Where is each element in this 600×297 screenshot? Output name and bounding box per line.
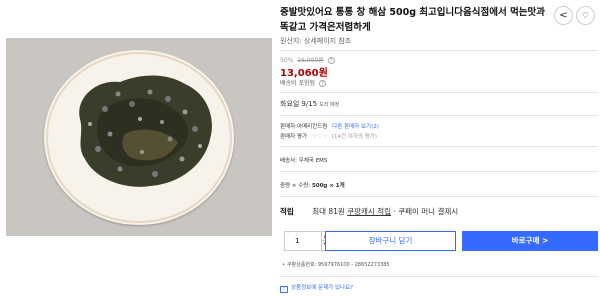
- divider: [280, 50, 598, 51]
- discount-percent: 50%: [280, 57, 294, 64]
- divider: [280, 92, 598, 93]
- seller-row: 판매자:아메리칸드림 다른 판매자 보기(2): [280, 122, 379, 130]
- option-label: 중량 × 수량:: [280, 183, 311, 189]
- original-price: 16,000원: [297, 57, 324, 64]
- seller-rating-label: 판매자 평가: [280, 134, 308, 140]
- share-button[interactable]: <: [554, 6, 573, 25]
- option-row: 중량 × 수량: 500g × 1개: [280, 181, 345, 189]
- arrival-day: 화요일: [280, 100, 300, 108]
- divider: [280, 115, 598, 116]
- option-value: 500g × 1개: [311, 183, 345, 189]
- seller-rating-row: 판매자 평가 ☆☆☆ (14건 이하의 평가): [280, 132, 377, 140]
- report-link[interactable]: ! 상품정보에 문제가 있나요?: [280, 283, 353, 293]
- coupang-cash-link[interactable]: 쿠팡캐시 적립: [347, 207, 391, 216]
- origin-text: 원산지: 상세페이지 참조: [280, 37, 352, 45]
- product-info-panel: 중발맛있어요 통통 창 해삼 500g 최고입니다음식점에서 먹는맛과 똑같고 …: [280, 0, 600, 297]
- cash-label: 적립: [280, 207, 294, 216]
- info-icon[interactable]: ?: [327, 57, 335, 64]
- seller-rating-count: (14건 이하의 평가): [331, 134, 378, 140]
- wish-button[interactable]: ♡: [576, 6, 595, 25]
- sale-price: 13,060원: [280, 68, 328, 79]
- arrival-suffix: 도착 예정: [319, 102, 340, 108]
- cash-suffix: · 쿠페이 머니 결제시: [393, 207, 459, 216]
- shipping-cost: 배송비 포함됨 ?: [280, 78, 326, 87]
- share-icon: <: [559, 10, 568, 21]
- bullet-icon: •: [282, 262, 285, 268]
- other-sellers-link[interactable]: 다른 판매자 보기(2): [332, 124, 379, 130]
- buy-now-button[interactable]: 바로구매 >: [462, 231, 598, 251]
- arrival-estimate: 화요일 9/15 도착 예정: [280, 99, 339, 109]
- original-price-row: 50% 16,000원 ?: [280, 55, 335, 64]
- add-to-cart-button[interactable]: 장바구니 담기: [325, 231, 456, 251]
- arrival-date: 9/15: [301, 100, 318, 108]
- cash-reward-row: 적립 최대 81원 쿠팡캐시 적립 · 쿠페이 머니 결제시: [280, 206, 458, 217]
- product-number-text: 쿠팡상품번호: 9597976100 - 28652273385: [286, 262, 390, 268]
- divider: [280, 146, 598, 147]
- product-title: 중발맛있어요 통통 창 해삼 500g 최고입니다음식점에서 먹는맛과 똑같고 …: [280, 7, 545, 33]
- report-text: 상품정보에 문제가 있나요?: [291, 285, 354, 291]
- cash-amount: 최대 81원: [312, 207, 345, 216]
- divider: [280, 276, 598, 277]
- info-icon[interactable]: ?: [318, 80, 326, 87]
- divider: [280, 171, 598, 172]
- report-icon: !: [280, 286, 288, 293]
- seller-name: 판매자:아메리칸드림: [280, 124, 328, 130]
- heart-icon: ♡: [581, 11, 590, 20]
- star-rating-icon: ☆☆☆: [311, 134, 329, 140]
- quantity-input[interactable]: 1: [284, 231, 322, 251]
- shipping-cost-text: 배송비 포함됨: [280, 80, 316, 87]
- delivery-carrier: 배송사: 우체국 EMS: [280, 158, 328, 164]
- divider: [280, 196, 598, 197]
- product-image-area: [0, 0, 272, 297]
- product-number: • 쿠팡상품번호: 9597976100 - 28652273385: [282, 261, 390, 268]
- sea-cucumber-food: [79, 75, 212, 187]
